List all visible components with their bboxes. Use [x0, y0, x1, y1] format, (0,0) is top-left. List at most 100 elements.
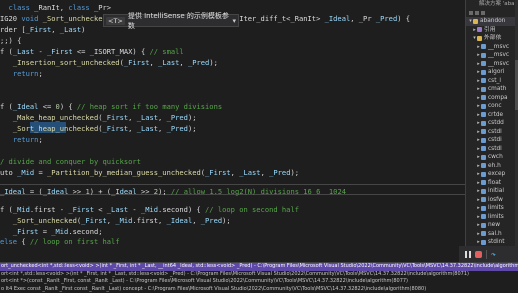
- tree-item[interactable]: ▸cst_l: [466, 77, 518, 86]
- tree-item[interactable]: ▸cstdl: [466, 145, 518, 154]
- tree-item-label: conc: [488, 102, 502, 111]
- folder-icon: [473, 19, 478, 24]
- file-icon: [481, 112, 486, 117]
- tree-item-label: new: [488, 221, 500, 230]
- folder-icon: [477, 36, 482, 41]
- code-line: rder [_First, _Last): [0, 24, 85, 35]
- tree-item-label: cstdi: [488, 136, 502, 145]
- call-stack-frame[interactable]: ort<int *,std::less<void> >(int * _First…: [0, 271, 518, 279]
- tree-item[interactable]: ▸float: [466, 179, 518, 188]
- tree-item[interactable]: ▾abandon: [466, 17, 518, 26]
- debug-toolbar: ↷: [459, 246, 518, 262]
- chevron-down-icon[interactable]: ▾: [232, 17, 238, 25]
- call-stack-frame[interactable]: ort<int *>(const _RanIt _First, const _R…: [0, 278, 518, 286]
- tree-item[interactable]: ▸sal.h: [466, 230, 518, 239]
- file-icon: [481, 197, 486, 202]
- tree-item[interactable]: ▸crtde: [466, 111, 518, 120]
- tree-item-label: compa: [488, 94, 508, 103]
- tree-item[interactable]: ▸algori: [466, 68, 518, 77]
- tree-item-label: cstdl: [488, 145, 502, 154]
- tree-item-label: abandon: [480, 17, 505, 26]
- tree-item-label: float: [488, 179, 501, 188]
- file-icon: [481, 163, 486, 168]
- tree-item[interactable]: ▸引用: [466, 26, 518, 35]
- code-line: _Make_heap_unchecked(_First, _Last, _Pre…: [0, 112, 197, 123]
- file-icon: [481, 240, 486, 245]
- tree-item-label: eh.h: [488, 162, 501, 171]
- code-editor[interactable]: class _RanIt, class _Pr>IG20 void _Sort_…: [0, 0, 465, 262]
- tree-item-label: crtde: [488, 111, 503, 120]
- tree-item-label: iosfw: [488, 196, 503, 205]
- tree-item[interactable]: ▸cwch: [466, 153, 518, 162]
- tree-item[interactable]: ▸excep: [466, 170, 518, 179]
- tree-item-label: sal.h: [488, 230, 502, 239]
- refresh-icon[interactable]: [481, 11, 485, 15]
- step-over-icon[interactable]: ↷: [491, 250, 496, 259]
- tree-item-label: cstdd: [488, 119, 504, 128]
- stop-icon[interactable]: [475, 251, 482, 258]
- tree-item-label: excep: [488, 170, 505, 179]
- solution-explorer: 解决方案 'abandon ▾abandon▸引用▾外部依▸__msvc▸__m…: [465, 0, 518, 262]
- code-line: f (_Mid.first - _First < _Last - _Mid.se…: [0, 204, 299, 215]
- code-line: _Sort_unchecked(_First, _Mid.first, _Ide…: [0, 215, 231, 226]
- code-line: f (_Last - _First <= _ISORT_MAX) { // sm…: [0, 46, 184, 57]
- tree-item[interactable]: ▸cmath: [466, 85, 518, 94]
- call-stack-frame[interactable]: ort_unchecked<int *,std::less<void> >(in…: [0, 263, 518, 271]
- tree-item[interactable]: ▸__msvc: [466, 43, 518, 52]
- file-icon: [481, 61, 486, 66]
- tree-item[interactable]: ▸cstdd: [466, 119, 518, 128]
- tree-item[interactable]: ▸iosfw: [466, 196, 518, 205]
- tree-item[interactable]: ▸limits: [466, 204, 518, 213]
- tree-item-label: __msvc: [488, 60, 509, 69]
- code-line: _Ideal = (_Ideal >> 1) + (_Ideal >> 2); …: [0, 186, 346, 197]
- intellisense-template-bar[interactable]: <T> 提供 IntelliSense 的示例模板参数 ▾: [103, 14, 239, 27]
- sync-icon[interactable]: [475, 11, 479, 15]
- file-icon: [481, 146, 486, 151]
- file-icon: [481, 231, 486, 236]
- tree-item-label: limits: [488, 204, 504, 213]
- tree-item[interactable]: ▸cstdi: [466, 136, 518, 145]
- tree-item[interactable]: ▸cstdl: [466, 128, 518, 137]
- toolbar-divider: [486, 250, 487, 259]
- tree-item[interactable]: ▸new: [466, 221, 518, 230]
- tree-item-label: __msvc: [488, 51, 509, 60]
- call-stack-panel: ort_unchecked<int *,std::less<void> >(in…: [0, 262, 518, 290]
- tree-item[interactable]: ▸__msvc: [466, 51, 518, 60]
- call-stack-frame[interactable]: o It4 Exec const _RanIt _First const _Ra…: [0, 286, 518, 293]
- tree-item[interactable]: ▸compa: [466, 94, 518, 103]
- file-icon: [481, 87, 486, 92]
- tree-item[interactable]: ▸conc: [466, 102, 518, 111]
- tree-item-label: cwch: [488, 153, 503, 162]
- code-line: return;: [0, 134, 43, 145]
- tree-item-label: cmath: [488, 85, 506, 94]
- code-line: else { // loop on first half: [0, 236, 120, 247]
- file-icon: [481, 44, 486, 49]
- pause-icon[interactable]: [465, 251, 471, 258]
- code-line: return;: [0, 68, 43, 79]
- file-icon: [481, 121, 486, 126]
- file-icon: [481, 78, 486, 83]
- code-line: uto _Mid = _Partition_by_median_guess_un…: [0, 167, 299, 178]
- tree-item-label: algori: [488, 68, 504, 77]
- tree-item-label: cst_l: [488, 77, 501, 86]
- file-icon: [481, 206, 486, 211]
- file-icon: [481, 53, 486, 58]
- tree-item[interactable]: ▸__msvc: [466, 60, 518, 69]
- solution-tree: ▾abandon▸引用▾外部依▸__msvc▸__msvc▸__msvc▸alg…: [466, 17, 518, 247]
- file-icon: [481, 180, 486, 185]
- code-line: / divide and conquer by quicksort: [0, 156, 141, 167]
- tree-item-label: 外部依: [484, 34, 501, 43]
- file-icon: [481, 214, 486, 219]
- tree-item[interactable]: ▸initial: [466, 187, 518, 196]
- file-icon: [481, 104, 486, 109]
- tree-item-label: limits: [488, 213, 504, 222]
- solution-title: 解决方案 'abandon: [466, 0, 518, 9]
- tree-item[interactable]: ▾外部依: [466, 34, 518, 43]
- file-icon: [481, 70, 486, 75]
- tree-item-label: __msvc: [488, 43, 509, 52]
- home-icon[interactable]: [469, 11, 473, 15]
- tree-item-label: initial: [488, 187, 504, 196]
- file-icon: [481, 95, 486, 100]
- tree-item[interactable]: ▸limits: [466, 213, 518, 222]
- tree-item[interactable]: ▸eh.h: [466, 162, 518, 171]
